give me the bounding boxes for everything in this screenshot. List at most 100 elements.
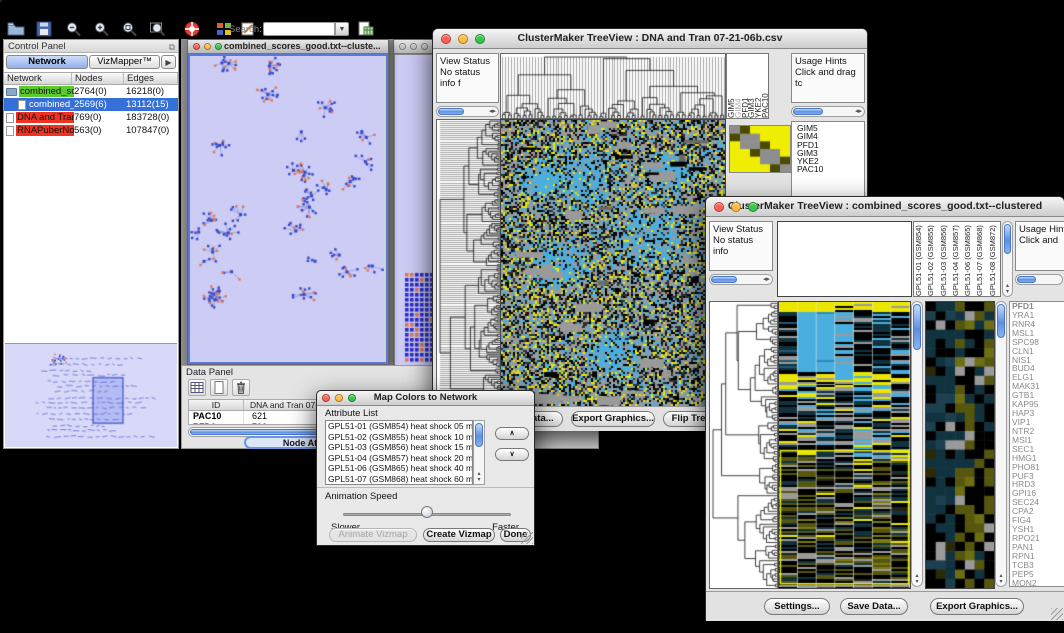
attribute-item[interactable]: GPL51-06 (GSM865) heat shock 40 min <box>326 463 472 474</box>
gene-label[interactable]: KAP95 <box>1010 400 1064 409</box>
gene-label[interactable]: GTB1 <box>1010 391 1064 400</box>
network-list-row[interactable]: combined_sco2569(6)13112(15) <box>4 98 178 111</box>
scrollbar-arrows-icon[interactable]: ▴▾ <box>996 573 1006 585</box>
close-icon[interactable] <box>193 43 200 50</box>
gene-label[interactable]: PUF3 <box>1010 472 1064 481</box>
column-label[interactable]: GPL51-04 (GSM857) <box>951 222 963 296</box>
scrollbar-thumb[interactable] <box>1004 224 1011 254</box>
help-lifesaver-icon[interactable] <box>183 21 201 37</box>
zoom-fit-icon[interactable] <box>149 21 167 37</box>
tv2-heatmap-canvas[interactable] <box>778 301 911 589</box>
gene-label[interactable]: NIS1 <box>1010 356 1064 365</box>
zoom-window-icon[interactable] <box>475 34 485 44</box>
create-vizmap-button[interactable]: Create Vizmap <box>423 528 495 542</box>
zoom-window-icon[interactable] <box>421 43 428 50</box>
gene-label[interactable]: PAC10 <box>795 165 861 173</box>
dialog-titlebar[interactable]: Map Colors to Network <box>317 391 534 406</box>
gene-label[interactable]: FIG4 <box>1010 516 1064 525</box>
attribute-item[interactable]: GPL51-04 (GSM857) heat shock 20 min <box>326 453 472 464</box>
attribute-item[interactable]: GPL51-02 (GSM855) heat shock 10 min <box>326 432 472 443</box>
export-graphics-button[interactable]: Export Graphics... <box>930 598 1024 615</box>
gene-label[interactable]: RNR4 <box>1010 320 1064 329</box>
zoom-selected-icon[interactable] <box>121 21 139 37</box>
minimize-icon[interactable] <box>731 202 741 212</box>
import-table-icon[interactable] <box>357 21 375 37</box>
network-list-row[interactable]: combined_scores2764(0)16218(0) <box>4 85 178 98</box>
settings-button[interactable]: Settings... <box>764 598 830 615</box>
tv2-heatmap-vscrollbar[interactable]: ▴▾ <box>911 301 923 587</box>
export-graphics-button[interactable]: Export Graphics... <box>571 411 655 427</box>
zoom-out-icon[interactable] <box>65 21 83 37</box>
search-dropdown-arrow-icon[interactable]: ▼ <box>335 22 349 36</box>
scrollbar-thumb[interactable] <box>1017 276 1036 283</box>
gene-label[interactable]: PHO81 <box>1010 463 1064 472</box>
delete-attribute-trash-icon[interactable] <box>232 379 250 396</box>
network-list-row[interactable]: RNAPuberNov2+I563(0)107847(0) <box>4 124 178 137</box>
gene-label[interactable]: CPA2 <box>1010 507 1064 516</box>
network-canvas-1[interactable] <box>190 56 384 362</box>
column-label[interactable]: GPL51-01 (GSM854) <box>914 222 926 296</box>
zoom-window-icon[interactable] <box>748 202 758 212</box>
gene-label[interactable]: PFD1 <box>1010 302 1064 311</box>
network-overview-canvas[interactable] <box>5 343 177 447</box>
zoom-window-icon[interactable] <box>215 43 222 50</box>
column-nodes[interactable]: Nodes <box>72 73 124 84</box>
gene-label[interactable]: VIP1 <box>1010 418 1064 427</box>
gene-label[interactable]: NTR2 <box>1010 427 1064 436</box>
column-label[interactable]: GPL51-07 (GSM868) <box>975 222 987 296</box>
speed-slider-thumb[interactable] <box>421 506 433 518</box>
gene-label[interactable]: MAK31 <box>1010 382 1064 391</box>
float-panel-icon[interactable]: ⧉ <box>169 41 175 54</box>
scrollbar-arrows-icon[interactable]: ◂▸ <box>763 275 770 285</box>
column-network[interactable]: Network <box>4 73 72 84</box>
gene-label[interactable]: MSI1 <box>1010 436 1064 445</box>
gene-label[interactable]: ELG1 <box>1010 373 1064 382</box>
attribute-table-icon[interactable] <box>188 379 206 396</box>
treeview1-titlebar[interactable]: ClusterMaker TreeView : DNA and Tran 07-… <box>433 29 867 49</box>
gene-label[interactable]: TCB3 <box>1010 561 1064 570</box>
gene-label[interactable]: RPO21 <box>1010 534 1064 543</box>
treeview2-titlebar[interactable]: ClusterMaker TreeView : combined_scores_… <box>706 197 1064 217</box>
scrollbar-thumb[interactable] <box>997 304 1005 338</box>
new-attribute-icon[interactable] <box>210 379 228 396</box>
column-label[interactable]: GPL51-06 (GSM865) <box>963 222 975 296</box>
gene-label[interactable]: CLN1 <box>1010 347 1064 356</box>
gene-label[interactable]: HRD3 <box>1010 480 1064 489</box>
attribute-list[interactable]: GPL51-01 (GSM854) heat shock 05 minGPL51… <box>325 420 473 485</box>
tab-vizmapper[interactable]: VizMapper™ <box>89 55 160 69</box>
gene-label[interactable]: YSH1 <box>1010 525 1064 534</box>
tv1-hints-scrollbar[interactable]: ◂▸ <box>791 106 865 117</box>
tv1-column-dendrogram-canvas[interactable] <box>500 53 726 119</box>
network-list-row[interactable]: DNA and Tran 07769(0)183728(0) <box>4 111 178 124</box>
scrollbar-thumb[interactable] <box>711 276 737 283</box>
scrollbar-arrows-icon[interactable]: ◂▸ <box>489 107 496 117</box>
scrollbar-thumb[interactable] <box>475 423 483 447</box>
close-icon[interactable] <box>714 202 724 212</box>
column-edges[interactable]: Edges <box>124 73 178 84</box>
save-data-button[interactable]: Save Data... <box>840 598 908 615</box>
search-input[interactable] <box>263 22 335 36</box>
minimize-icon[interactable] <box>410 43 417 50</box>
tv2-column-dendrogram-area[interactable] <box>777 221 912 297</box>
save-icon[interactable] <box>35 21 53 37</box>
attribute-item[interactable]: GPL51-07 (GSM868) heat shock 60 min <box>326 474 472 485</box>
column-label[interactable]: GPL51-08 (GSM872) <box>988 222 1000 296</box>
column-label[interactable]: GPL51-02 (GSM855) <box>926 222 938 296</box>
gene-label[interactable]: PEP5 <box>1010 570 1064 579</box>
column-label[interactable]: GIM4 <box>734 54 741 118</box>
zoom-in-icon[interactable] <box>93 21 111 37</box>
attribute-list-scrollbar[interactable]: ▴▾ <box>473 420 485 485</box>
tv2-row-dendrogram-canvas[interactable] <box>709 301 778 589</box>
tv2-zoom-heatmap-canvas[interactable] <box>925 301 995 589</box>
close-icon[interactable] <box>399 43 406 50</box>
minimize-icon[interactable] <box>204 43 211 50</box>
gene-label[interactable]: SPC98 <box>1010 338 1064 347</box>
tv1-row-dendrogram-canvas[interactable] <box>436 119 501 408</box>
column-label[interactable]: GPL51-03 (GSM856) <box>939 222 951 296</box>
attribute-item[interactable]: GPL51-01 (GSM854) heat shock 05 min <box>326 421 472 432</box>
tv2-gene-scrollbar[interactable]: ▴▾ <box>995 301 1007 587</box>
open-file-icon[interactable] <box>7 21 25 37</box>
animate-vizmap-button[interactable]: Animate Vizmap <box>329 528 417 542</box>
network-window-1-titlebar[interactable]: combined_scores_good.txt--cluste... <box>188 40 388 54</box>
scrollbar-thumb[interactable] <box>793 108 823 115</box>
